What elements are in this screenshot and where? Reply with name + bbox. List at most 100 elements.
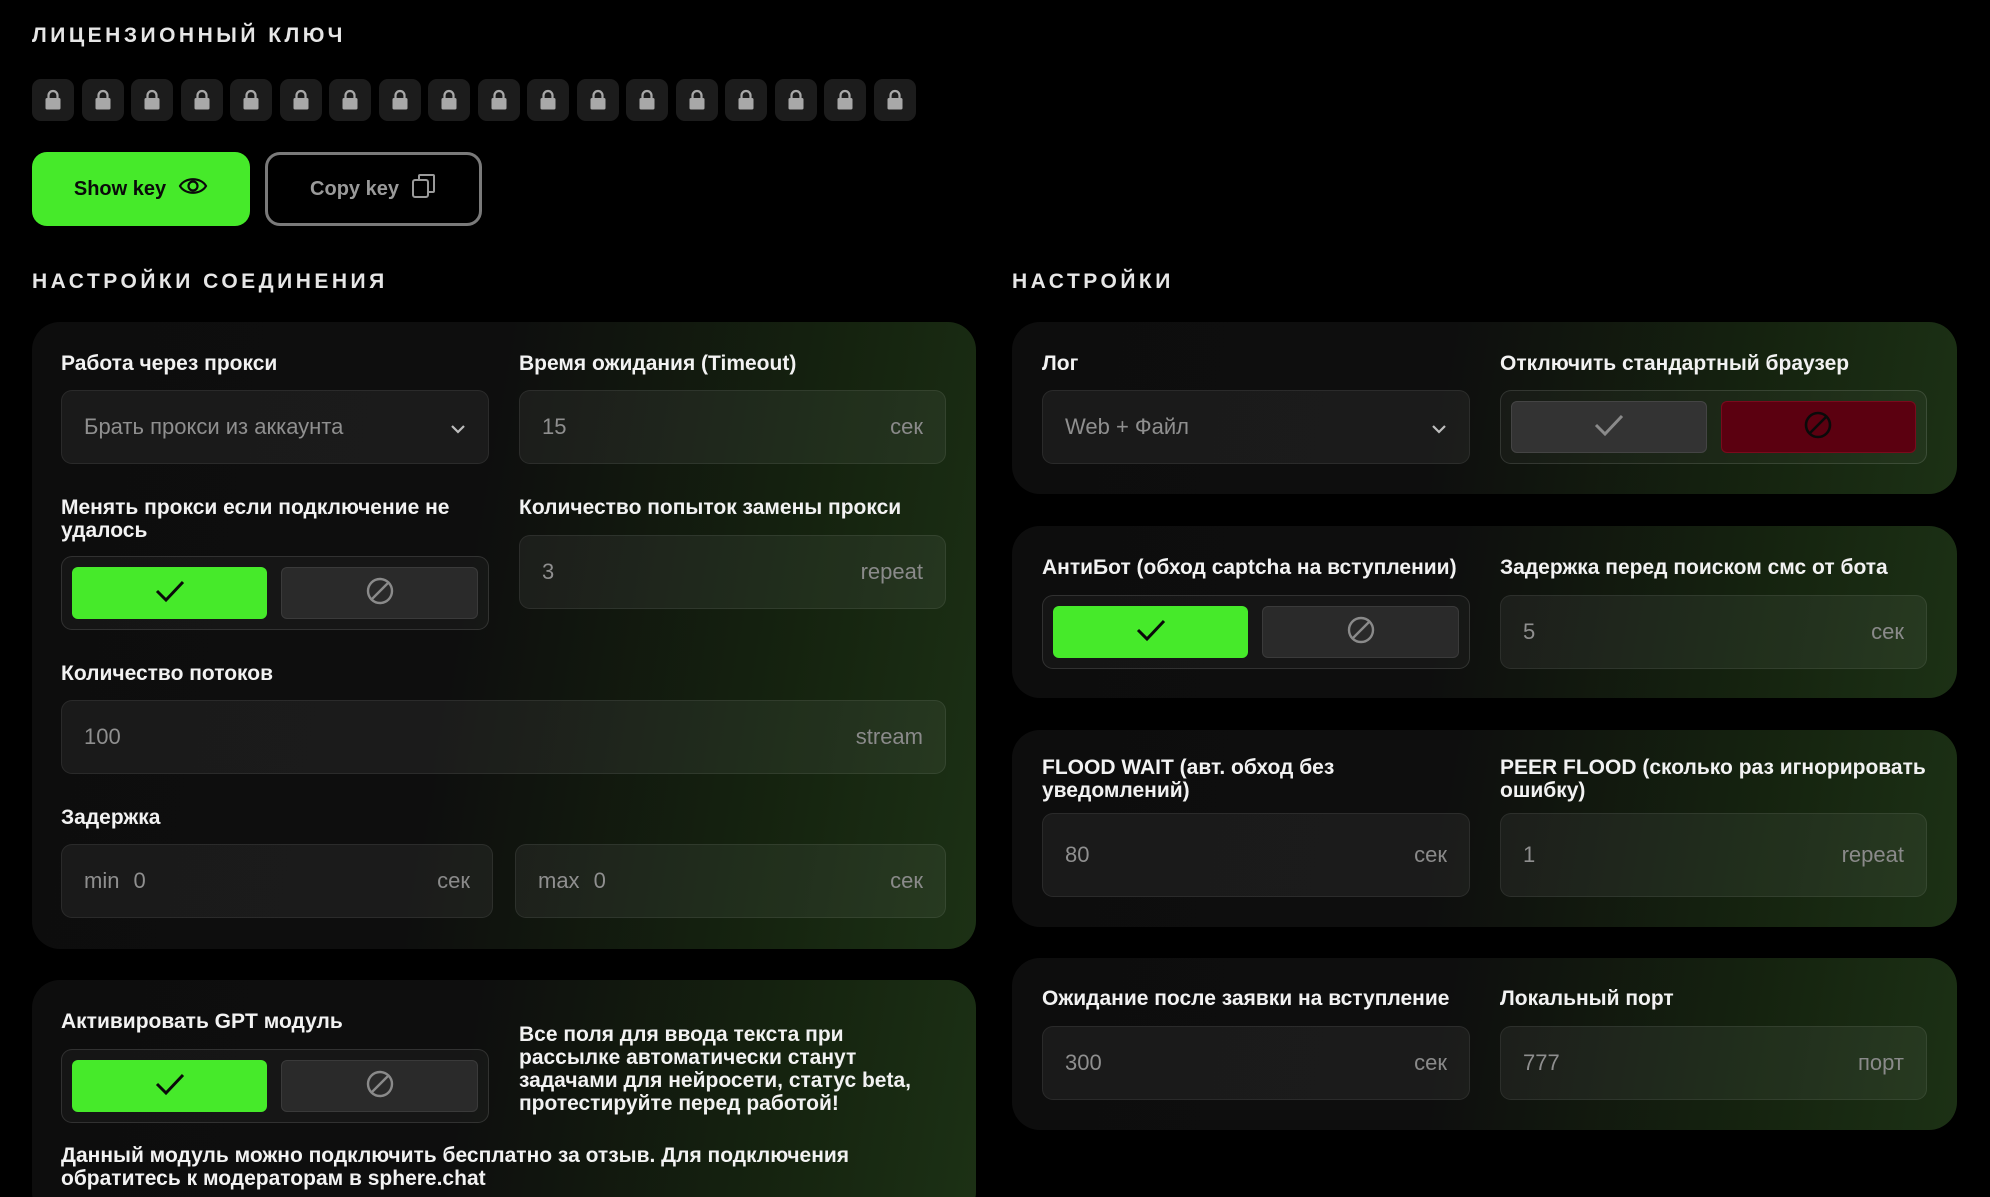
delay-label: Задержка (61, 806, 161, 829)
lock-icon (576, 79, 619, 121)
delay-min-value: 0 (133, 868, 146, 893)
lock-icon (824, 79, 866, 121)
peer-flood-value: 1 (1523, 842, 1536, 867)
lock-icon (428, 79, 470, 121)
lock-icon (329, 79, 371, 121)
antibot-on-button[interactable] (1053, 606, 1248, 658)
sms-delay-unit: сек (1871, 619, 1904, 644)
license-section-title: ЛИЦЕНЗИОННЫЙ КЛЮЧ (32, 24, 346, 47)
threads-input[interactable]: 100 stream (61, 700, 946, 774)
copy-key-label: Copy key (310, 177, 399, 200)
port-unit: порт (1858, 1050, 1904, 1075)
delay-min-unit: сек (437, 868, 470, 893)
eye-icon (178, 175, 208, 203)
port-label: Локальный порт (1500, 987, 1674, 1010)
ban-icon (365, 1069, 395, 1104)
timeout-label: Время ожидания (Timeout) (519, 352, 797, 375)
lock-icon (774, 79, 817, 121)
timeout-value: 15 (542, 414, 567, 439)
check-icon (154, 1072, 186, 1101)
log-select[interactable]: Web + Файл (1042, 390, 1470, 464)
proxy-label: Работа через прокси (61, 352, 278, 375)
delay-min-prefix: min (84, 868, 120, 893)
peer-flood-input[interactable]: 1 repeat (1500, 813, 1927, 897)
antibot-off-button[interactable] (1262, 606, 1459, 658)
chevron-down-icon (450, 414, 466, 440)
sms-delay-input[interactable]: 5 сек (1500, 595, 1927, 669)
ban-icon (1803, 410, 1833, 445)
peer-flood-label: PEER FLOOD (сколько раз игнорировать оши… (1500, 756, 1926, 802)
timeout-unit: сек (890, 414, 923, 439)
join-wait-unit: сек (1414, 1050, 1447, 1075)
join-wait-input[interactable]: 300 сек (1042, 1026, 1470, 1100)
copy-icon (411, 173, 437, 205)
delay-max-input[interactable]: max 0 сек (515, 844, 946, 918)
connection-section-title: НАСТРОЙКИ СОЕДИНЕНИЯ (32, 270, 388, 293)
license-key-masked (32, 79, 916, 121)
peer-flood-unit: repeat (1841, 842, 1904, 867)
port-value: 777 (1523, 1050, 1560, 1075)
gpt-off-button[interactable] (281, 1060, 478, 1112)
attempts-unit: repeat (860, 559, 923, 584)
threads-label: Количество потоков (61, 662, 274, 685)
delay-max-prefix: max (538, 868, 580, 893)
disable-browser-off-button[interactable] (1720, 401, 1916, 453)
settings-section-title: НАСТРОЙКИ (1012, 270, 1174, 293)
join-wait-label: Ожидание после заявки на вступление (1042, 987, 1450, 1010)
lock-icon (527, 79, 569, 121)
attempts-input[interactable]: 3 repeat (519, 535, 946, 609)
lock-icon (378, 79, 421, 121)
lock-icon (180, 79, 223, 121)
flood-wait-value: 80 (1065, 842, 1090, 867)
change-proxy-off-button[interactable] (281, 567, 478, 619)
lock-icon (873, 79, 916, 121)
lock-icon (131, 79, 173, 121)
sms-delay-label: Задержка перед поиском смс от бота (1500, 556, 1888, 579)
show-key-button[interactable]: Show key (32, 152, 250, 226)
delay-max-value: 0 (593, 868, 606, 893)
check-icon (1135, 618, 1167, 647)
copy-key-button[interactable]: Copy key (265, 152, 482, 226)
lock-icon (81, 79, 124, 121)
lock-icon (32, 79, 74, 121)
delay-max-unit: сек (890, 868, 923, 893)
change-proxy-toggle (61, 556, 489, 630)
change-proxy-on-button[interactable] (72, 567, 267, 619)
disable-browser-toggle (1500, 390, 1927, 464)
delay-min-input[interactable]: min 0 сек (61, 844, 493, 918)
gpt-footer-text: Данный модуль можно подключить бесплатно… (61, 1144, 850, 1190)
log-select-value: Web + Файл (1065, 414, 1189, 439)
change-proxy-label: Менять прокси если подключение не удалос… (61, 496, 450, 542)
ban-icon (365, 576, 395, 611)
timeout-input[interactable]: 15 сек (519, 390, 946, 464)
threads-value: 100 (84, 724, 121, 749)
lock-icon (675, 79, 718, 121)
attempts-label: Количество попыток замены прокси (519, 496, 902, 519)
proxy-select[interactable]: Брать прокси из аккаунта (61, 390, 489, 464)
sms-delay-value: 5 (1523, 619, 1536, 644)
flood-wait-input[interactable]: 80 сек (1042, 813, 1470, 897)
antibot-toggle (1042, 595, 1470, 669)
attempts-value: 3 (542, 559, 555, 584)
check-icon (1593, 413, 1625, 442)
flood-wait-unit: сек (1414, 842, 1447, 867)
proxy-select-value: Брать прокси из аккаунта (84, 414, 344, 439)
disable-browser-on-button[interactable] (1511, 401, 1707, 453)
gpt-toggle (61, 1049, 489, 1123)
show-key-label: Show key (73, 177, 167, 200)
lock-icon (230, 79, 272, 121)
antibot-label: АнтиБот (обход captcha на вступлении) (1042, 556, 1457, 579)
ban-icon (1346, 615, 1376, 650)
port-input[interactable]: 777 порт (1500, 1026, 1927, 1100)
lock-icon (279, 79, 322, 121)
gpt-label: Активировать GPT модуль (61, 1010, 343, 1033)
gpt-info-text: Все поля для ввода текста при рассылке а… (519, 1023, 911, 1115)
check-icon (154, 579, 186, 608)
log-label: Лог (1042, 352, 1079, 375)
flood-wait-label: FLOOD WAIT (авт. обход без уведомлений) (1042, 756, 1335, 802)
gpt-on-button[interactable] (72, 1060, 267, 1112)
chevron-down-icon (1431, 414, 1447, 440)
lock-icon (626, 79, 668, 121)
join-wait-value: 300 (1065, 1050, 1102, 1075)
threads-unit: stream (855, 724, 923, 749)
